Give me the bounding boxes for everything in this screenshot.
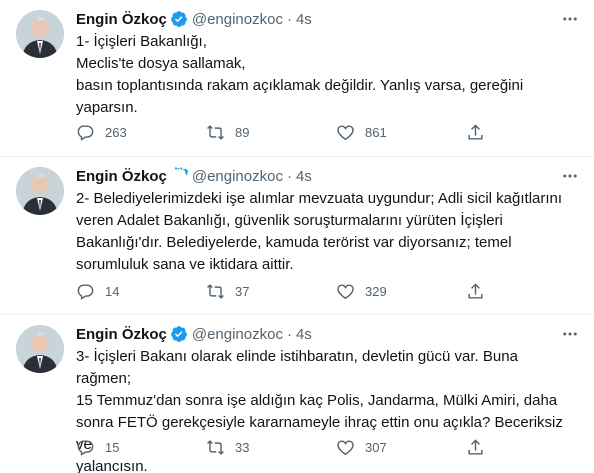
share-icon xyxy=(468,282,483,299)
tweet[interactable]: Engin Özkoç @enginozkoc · 4s 2- Belediye… xyxy=(0,157,594,315)
tweet-line: 2- Belediyelerimizdeki işe alımlar mevzu… xyxy=(76,190,563,207)
tweet-feed: Engin Özkoç @enginozkoc · 4s 1- İçişleri… xyxy=(0,0,594,473)
like-count: 329 xyxy=(365,283,387,299)
retweet-button[interactable]: 33 xyxy=(206,438,336,457)
timestamp[interactable]: 4s xyxy=(296,168,312,185)
verified-badge-icon xyxy=(170,325,188,343)
reply-count: 14 xyxy=(105,283,120,299)
avatar[interactable] xyxy=(16,167,64,215)
reply-button[interactable]: 15 xyxy=(76,438,206,457)
reply-icon xyxy=(77,439,94,456)
tweet-header: Engin Özkoç @enginozkoc · 4s xyxy=(76,324,580,344)
timestamp[interactable]: 4s xyxy=(296,11,312,28)
author-name[interactable]: Engin Özkoç xyxy=(76,168,167,185)
author-handle[interactable]: @enginozkoc xyxy=(192,168,283,185)
separator: · xyxy=(286,10,292,28)
retweet-icon xyxy=(207,283,224,299)
reply-icon xyxy=(77,283,94,300)
action-bar: 263 89 861 xyxy=(76,122,578,142)
separator: · xyxy=(286,325,292,343)
like-icon xyxy=(337,124,354,140)
tweet-line: 1- İçişleri Bakanlığı, xyxy=(76,33,207,50)
retweet-count: 89 xyxy=(235,124,250,140)
retweet-icon xyxy=(207,439,224,455)
tweet-header: Engin Özkoç @enginozkoc · 4s xyxy=(76,9,580,29)
timestamp[interactable]: 4s xyxy=(296,326,312,343)
like-button[interactable]: 307 xyxy=(336,438,466,457)
tweet-line: 15 Temmuz'dan sonra işe aldığın kaç Poli… xyxy=(76,392,558,409)
reply-button[interactable]: 263 xyxy=(76,123,206,142)
tweet-line: yalancısın. xyxy=(76,458,148,473)
tweet-line: Meclis'te dosya sallamak, xyxy=(76,55,246,72)
like-button[interactable]: 329 xyxy=(336,282,466,301)
retweet-count: 33 xyxy=(235,439,250,455)
author-handle[interactable]: @enginozkoc xyxy=(192,326,283,343)
retweet-icon xyxy=(207,124,224,140)
share-button[interactable] xyxy=(466,438,495,457)
tweet-line: Bakanlığı'dır. Belediyelerde, kamuda ter… xyxy=(76,234,512,251)
share-icon xyxy=(468,123,483,140)
retweet-button[interactable]: 89 xyxy=(206,123,336,142)
retweet-count: 37 xyxy=(235,283,250,299)
tweet-header: Engin Özkoç @enginozkoc · 4s xyxy=(76,166,580,186)
more-icon[interactable] xyxy=(560,166,580,186)
share-button[interactable] xyxy=(466,282,495,301)
share-button[interactable] xyxy=(466,123,495,142)
like-count: 861 xyxy=(365,124,387,140)
reply-icon xyxy=(77,124,94,141)
reply-count: 15 xyxy=(105,439,120,455)
tweet-text: 2- Belediyelerimizdeki işe alımlar mevzu… xyxy=(76,188,576,276)
retweet-button[interactable]: 37 xyxy=(206,282,336,301)
tweet-line: yaparsın. xyxy=(76,99,138,116)
verified-badge-icon xyxy=(170,10,188,28)
author-name[interactable]: Engin Özkoç xyxy=(76,11,167,28)
action-bar: 14 37 329 xyxy=(76,281,578,301)
like-icon xyxy=(337,439,354,455)
tweet-line: basın toplantısında rakam açıklamak deği… xyxy=(76,77,524,94)
author-handle[interactable]: @enginozkoc xyxy=(192,11,283,28)
more-icon[interactable] xyxy=(560,324,580,344)
more-icon[interactable] xyxy=(560,9,580,29)
like-button[interactable]: 861 xyxy=(336,123,466,142)
tweet-text: 1- İçişleri Bakanlığı, Meclis'te dosya s… xyxy=(76,31,576,119)
separator: · xyxy=(286,167,292,185)
tweet-line: 3- İçişleri Bakanı olarak elinde istihba… xyxy=(76,348,518,387)
tweet-line: sorumluluk sana ve iktidara aittir. xyxy=(76,256,294,273)
tweet[interactable]: Engin Özkoç @enginozkoc · 4s 3- İçişleri… xyxy=(0,315,594,473)
avatar[interactable] xyxy=(16,10,64,58)
tweet-line: veren Adalet Bakanlığı, güvenlik soruştu… xyxy=(76,212,503,229)
like-icon xyxy=(337,283,354,299)
verified-badge-icon xyxy=(170,167,188,185)
like-count: 307 xyxy=(365,439,387,455)
share-icon xyxy=(468,438,483,455)
avatar[interactable] xyxy=(16,325,64,373)
reply-count: 263 xyxy=(105,124,127,140)
reply-button[interactable]: 14 xyxy=(76,282,206,301)
action-bar: 15 33 307 xyxy=(76,437,578,457)
tweet[interactable]: Engin Özkoç @enginozkoc · 4s 1- İçişleri… xyxy=(0,0,594,157)
author-name[interactable]: Engin Özkoç xyxy=(76,326,167,343)
